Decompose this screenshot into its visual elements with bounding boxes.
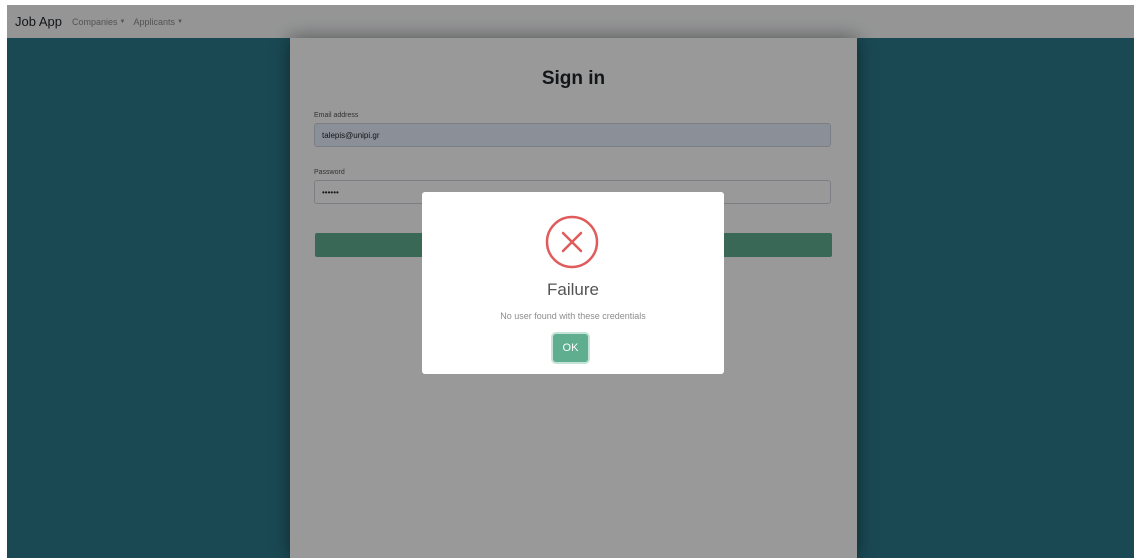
ok-button[interactable]: OK [553,334,588,362]
error-x-icon [545,215,599,269]
failure-dialog: Failure No user found with these credent… [422,192,724,374]
dialog-title: Failure [547,280,599,299]
app-window: Job App Companies ▼ Applicants ▼ Sign in… [7,5,1134,558]
dialog-message: No user found with these credentials [500,311,646,321]
